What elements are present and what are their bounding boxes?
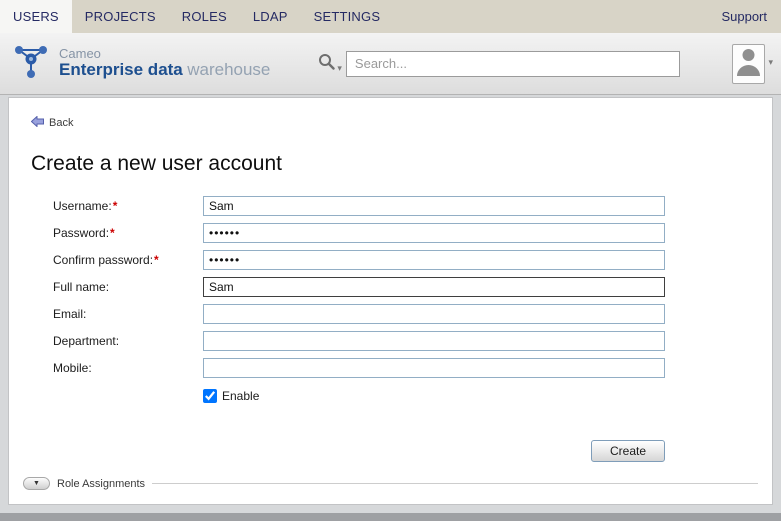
page-title: Create a new user account — [31, 152, 772, 176]
content-background: Back Create a new user account Username:… — [0, 95, 781, 513]
search-icon — [318, 53, 335, 75]
required-asterisk: * — [113, 199, 118, 213]
logo-line1: Cameo — [59, 47, 270, 61]
user-avatar-icon — [736, 46, 761, 81]
email-label: Email: — [53, 307, 203, 321]
nav-tab-projects[interactable]: PROJECTS — [72, 0, 169, 33]
confirm-password-label: Confirm password:* — [53, 253, 203, 267]
support-link[interactable]: Support — [707, 0, 781, 33]
create-button[interactable]: Create — [591, 440, 665, 462]
logo-line2-light: warehouse — [187, 60, 270, 79]
nav-tab-settings[interactable]: SETTINGS — [301, 0, 394, 33]
nav-tab-ldap[interactable]: LDAP — [240, 0, 301, 33]
enable-label: Enable — [222, 389, 259, 403]
mobile-input[interactable] — [203, 358, 665, 378]
user-menu[interactable]: ▾ — [732, 44, 773, 84]
confirm-password-input[interactable] — [203, 250, 665, 270]
app-logo: Cameo Enterprise data warehouse — [10, 40, 270, 87]
search-zone: ▾ — [318, 51, 680, 77]
create-user-panel: Back Create a new user account Username:… — [8, 97, 773, 505]
role-assignments-section: ▼ Role Assignments — [23, 477, 758, 490]
username-label: Username:* — [53, 199, 203, 213]
full-name-label: Full name: — [53, 280, 203, 294]
role-assignments-label: Role Assignments — [57, 478, 145, 490]
nav-tab-users[interactable]: USERS — [0, 0, 72, 33]
enable-checkbox[interactable] — [203, 389, 217, 403]
create-row: Create — [203, 440, 665, 462]
logo-molecule-icon — [10, 40, 52, 87]
create-user-form: Username:* Password:* Confirm password:*… — [53, 196, 772, 462]
chevron-down-icon: ▼ — [33, 480, 40, 487]
top-navigation: USERS PROJECTS ROLES LDAP SETTINGS Suppo… — [0, 0, 781, 33]
email-input[interactable] — [203, 304, 665, 324]
mobile-label: Mobile: — [53, 361, 203, 375]
nav-tab-roles[interactable]: ROLES — [169, 0, 240, 33]
search-input[interactable] — [346, 51, 680, 77]
search-dropdown-arrow-icon: ▾ — [337, 64, 342, 75]
avatar[interactable] — [732, 44, 765, 84]
required-asterisk: * — [154, 253, 159, 267]
back-arrow-icon — [31, 114, 44, 132]
department-input[interactable] — [203, 331, 665, 351]
password-label: Password:* — [53, 226, 203, 240]
back-link[interactable]: Back — [31, 114, 73, 132]
back-label: Back — [49, 117, 73, 129]
username-input[interactable] — [203, 196, 665, 216]
logo-line2-bold: Enterprise data — [59, 60, 183, 79]
search-scope-selector[interactable]: ▾ — [318, 53, 342, 75]
required-asterisk: * — [110, 226, 115, 240]
password-input[interactable] — [203, 223, 665, 243]
section-divider — [152, 483, 758, 484]
department-label: Department: — [53, 334, 203, 348]
avatar-dropdown-arrow-icon: ▾ — [768, 58, 773, 69]
role-assignments-toggle[interactable]: ▼ — [23, 477, 50, 490]
brand-bar: Cameo Enterprise data warehouse ▾ — [0, 33, 781, 95]
logo-text: Cameo Enterprise data warehouse — [59, 47, 270, 79]
logo-line2: Enterprise data warehouse — [59, 61, 270, 80]
enable-row: Enable — [203, 389, 665, 403]
full-name-input[interactable] — [203, 277, 665, 297]
